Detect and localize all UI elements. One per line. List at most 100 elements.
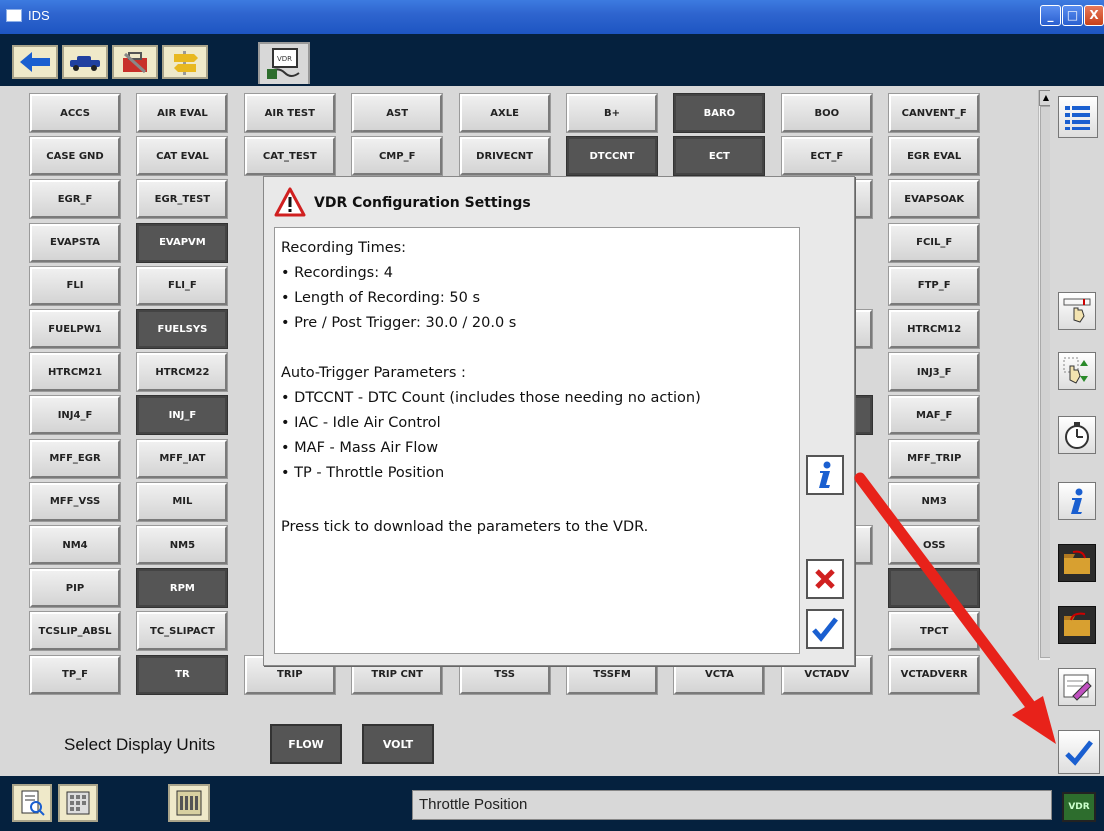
param-button[interactable]: EVAPSTA	[29, 222, 121, 263]
dialog-text-line: Press tick to download the parameters to…	[281, 519, 649, 535]
param-button[interactable]: HTRCM21	[29, 352, 121, 393]
back-arrow-icon	[20, 52, 50, 72]
close-button[interactable]: X	[1084, 5, 1104, 26]
param-button[interactable]: EGR EVAL	[888, 136, 981, 177]
param-button[interactable]: MFF_EGR	[29, 438, 121, 479]
param-button[interactable]: NM5	[136, 525, 229, 565]
top-toolbar: VDR	[0, 34, 1104, 86]
document-view-button[interactable]	[12, 784, 52, 822]
param-button[interactable]: CASE GND	[29, 136, 121, 177]
vdr-tab[interactable]: VDR	[258, 42, 310, 84]
param-button[interactable]: FCIL_F	[888, 222, 981, 263]
bar-graph-icon	[176, 790, 202, 816]
param-button[interactable]: VCTADVERR	[888, 654, 981, 695]
param-button[interactable]: ACCS	[29, 93, 121, 133]
save-session-button[interactable]	[1058, 606, 1096, 644]
param-button[interactable]: CAT_TEST	[243, 136, 336, 177]
param-button[interactable]: NM3	[888, 481, 981, 522]
dialog-info-button[interactable]	[806, 455, 844, 495]
param-button[interactable]: FTP_F	[888, 265, 981, 306]
param-button[interactable]: MFF_VSS	[29, 481, 121, 522]
sort-select-button[interactable]	[1058, 352, 1096, 390]
param-button[interactable]: NM4	[29, 525, 121, 565]
checkmark-icon	[1065, 740, 1093, 766]
param-button[interactable]: MFF_IAT	[136, 438, 229, 479]
param-button[interactable]: INJ4_F	[29, 395, 121, 436]
param-button[interactable]: ECT_F	[780, 136, 873, 177]
param-button[interactable]: MFF_TRIP	[888, 438, 981, 479]
param-button[interactable]: CMP_F	[351, 136, 444, 177]
signpost-button[interactable]	[162, 45, 208, 79]
svg-text:VDR: VDR	[277, 55, 292, 63]
dialog-cancel-button[interactable]	[806, 559, 844, 599]
param-button[interactable]: FLI	[29, 265, 121, 306]
minimize-button[interactable]: _	[1040, 5, 1061, 26]
dialog-ok-button[interactable]	[806, 609, 844, 649]
select-range-button[interactable]	[1058, 292, 1096, 330]
param-button[interactable]: EVAPVM	[136, 222, 229, 263]
param-button[interactable]: EGR_TEST	[136, 179, 229, 220]
param-button[interactable]: TPCT	[888, 611, 981, 652]
document-magnify-icon	[21, 790, 45, 816]
info-icon	[819, 461, 831, 488]
vehicle-icon	[70, 56, 100, 71]
param-button[interactable]: FLI_F	[136, 265, 229, 306]
param-button[interactable]: AXLE	[458, 93, 551, 133]
toolbox-button[interactable]	[112, 45, 158, 79]
param-button[interactable]: TR	[136, 654, 229, 695]
status-bar: Throttle Position VDR	[0, 776, 1104, 831]
param-button[interactable]: BARO	[673, 93, 766, 133]
param-button[interactable]: RPM	[136, 568, 229, 609]
param-button[interactable]: TP_F	[29, 654, 121, 695]
dialog-text-line: • MAF - Mass Air Flow	[281, 440, 439, 456]
volt-unit-button[interactable]: VOLT	[362, 724, 434, 764]
param-button[interactable]: B+	[566, 93, 658, 133]
vehicle-button[interactable]	[62, 45, 108, 79]
dialog-text-line: • Length of Recording: 50 s	[281, 290, 480, 306]
param-button[interactable]: INJ_F	[136, 395, 229, 436]
param-button[interactable]: ECT	[673, 136, 766, 177]
confirm-tick-button[interactable]	[1058, 730, 1100, 774]
param-button[interactable]: AST	[351, 93, 444, 133]
param-button[interactable]: BOO	[780, 93, 873, 133]
param-button[interactable]: CANVENT_F	[888, 93, 981, 133]
flow-unit-button[interactable]: FLOW	[270, 724, 342, 764]
back-arrow-button[interactable]	[12, 45, 58, 79]
param-button[interactable]	[888, 568, 981, 609]
vdr-status-icon: VDR	[1062, 792, 1096, 822]
units-label: Select Display Units	[64, 735, 216, 754]
param-button[interactable]: MAF_F	[888, 395, 981, 436]
title-bar: IDS _ □ X	[0, 0, 1104, 34]
param-button[interactable]: HTRCM12	[888, 309, 981, 349]
dialog-text-line: Auto-Trigger Parameters :	[281, 365, 466, 381]
bar-graph-button[interactable]	[168, 784, 210, 822]
list-view-button[interactable]	[1058, 96, 1098, 138]
param-button[interactable]: HTRCM22	[136, 352, 229, 393]
erase-button[interactable]	[1058, 668, 1096, 706]
load-session-button[interactable]	[1058, 544, 1096, 582]
param-button[interactable]: TC_SLIPACT	[136, 611, 229, 652]
param-button[interactable]: MIL	[136, 481, 229, 522]
maximize-button[interactable]: □	[1062, 5, 1083, 26]
param-button[interactable]: DTCCNT	[566, 136, 658, 177]
param-button[interactable]: AIR EVAL	[136, 93, 229, 133]
param-button[interactable]: DRIVECNT	[458, 136, 551, 177]
keypad-button[interactable]	[58, 784, 98, 822]
dialog-text-line	[281, 486, 793, 511]
param-button[interactable]: PIP	[29, 568, 121, 609]
timer-button[interactable]	[1058, 416, 1096, 454]
param-button[interactable]: AIR TEST	[243, 93, 336, 133]
dialog-text-line: • TP - Throttle Position	[281, 465, 445, 481]
param-button[interactable]: EGR_F	[29, 179, 121, 220]
param-button[interactable]: CAT EVAL	[136, 136, 229, 177]
param-button[interactable]: EVAPSOAK	[888, 179, 981, 220]
dialog-text-line	[281, 336, 793, 361]
param-button[interactable]: FUELPW1	[29, 309, 121, 349]
param-button[interactable]: FUELSYS	[136, 309, 229, 349]
param-button[interactable]: TCSLIP_ABSL	[29, 611, 121, 652]
hand-sort-icon	[1063, 357, 1088, 384]
param-button[interactable]: OSS	[888, 525, 981, 565]
app-icon	[6, 9, 22, 22]
param-button[interactable]: INJ3_F	[888, 352, 981, 393]
info-button[interactable]	[1058, 482, 1096, 520]
